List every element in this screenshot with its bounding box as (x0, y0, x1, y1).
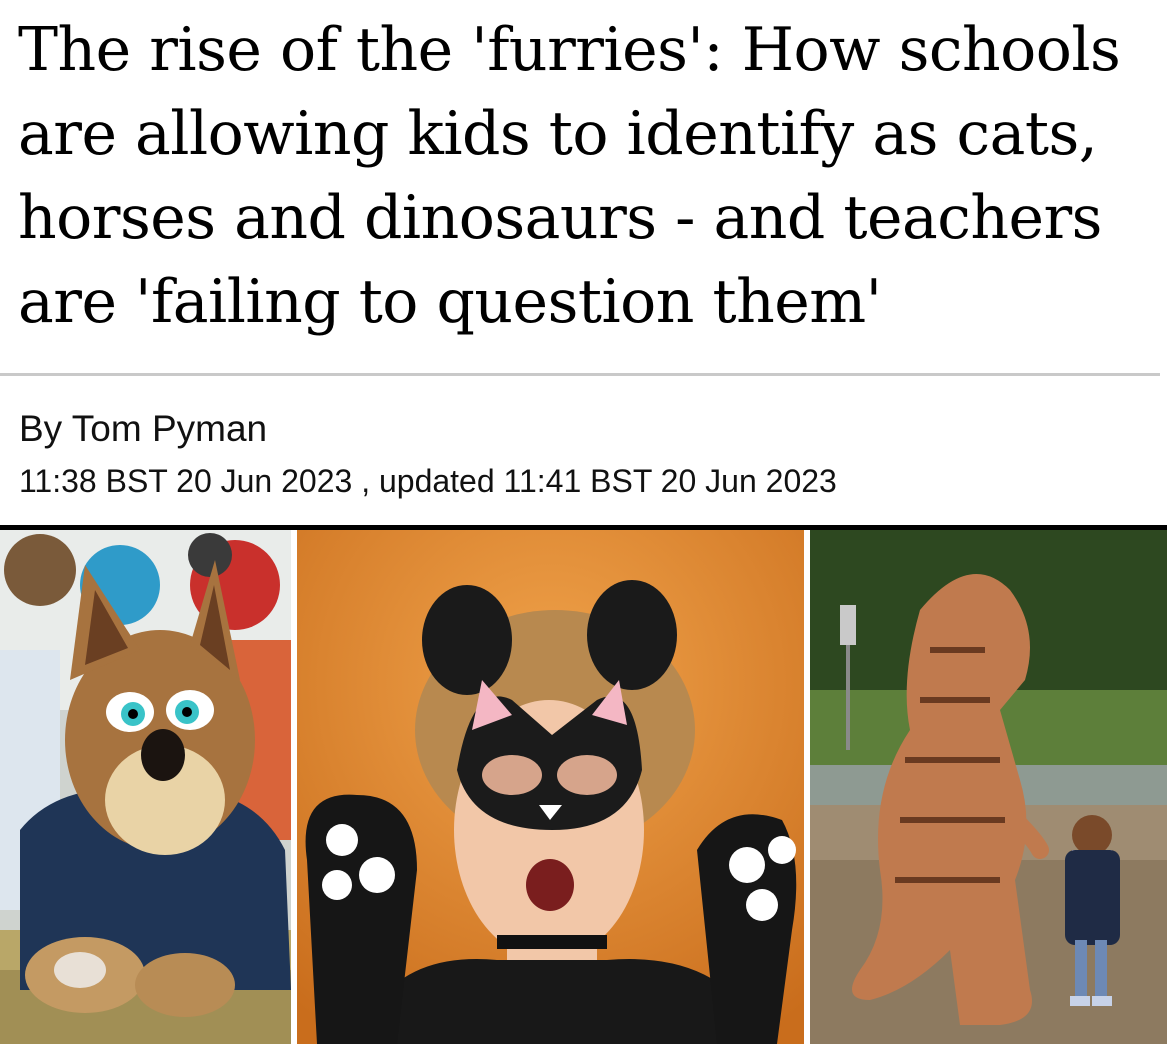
t-rex-costume-icon (810, 530, 1167, 1044)
fox-fursuit-photo[interactable] (0, 530, 291, 1044)
fox-costume-icon (0, 530, 291, 1044)
dinosaur-costume-photo[interactable] (810, 530, 1167, 1044)
cat-costume-icon (297, 530, 804, 1044)
article-headline: The rise of the 'furries': How schools a… (18, 15, 1121, 337)
headline-divider (0, 373, 1160, 376)
article-byline[interactable]: By Tom Pyman (19, 407, 267, 451)
cat-mask-photo[interactable] (297, 530, 804, 1044)
image-strip (0, 530, 1167, 1044)
article-dateline: 11:38 BST 20 Jun 2023 , updated 11:41 BS… (19, 463, 837, 499)
